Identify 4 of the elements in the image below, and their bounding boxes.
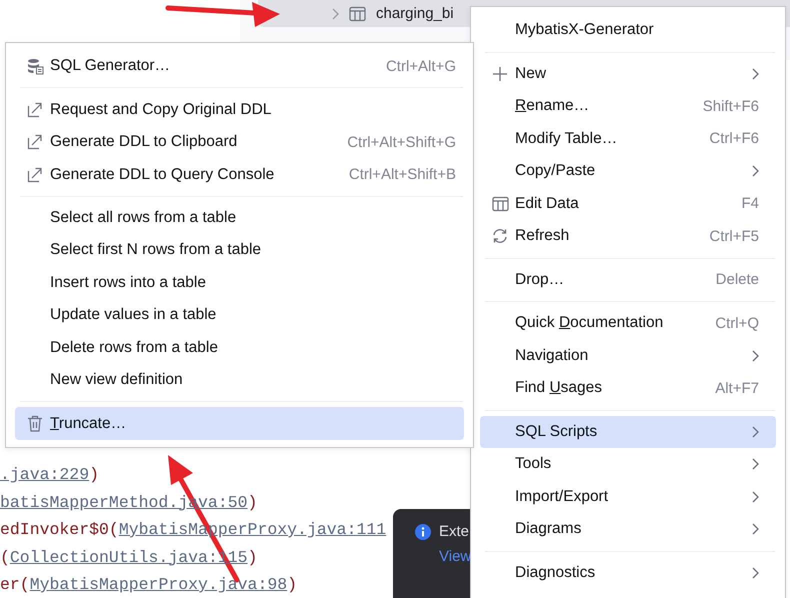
console-line: .java:229) [0,464,100,486]
tree-item-label: charging_bi [376,5,454,22]
console-line: er(MybatisMapperProxy.java:98) [0,574,298,596]
notification-title: Exte [439,523,470,540]
